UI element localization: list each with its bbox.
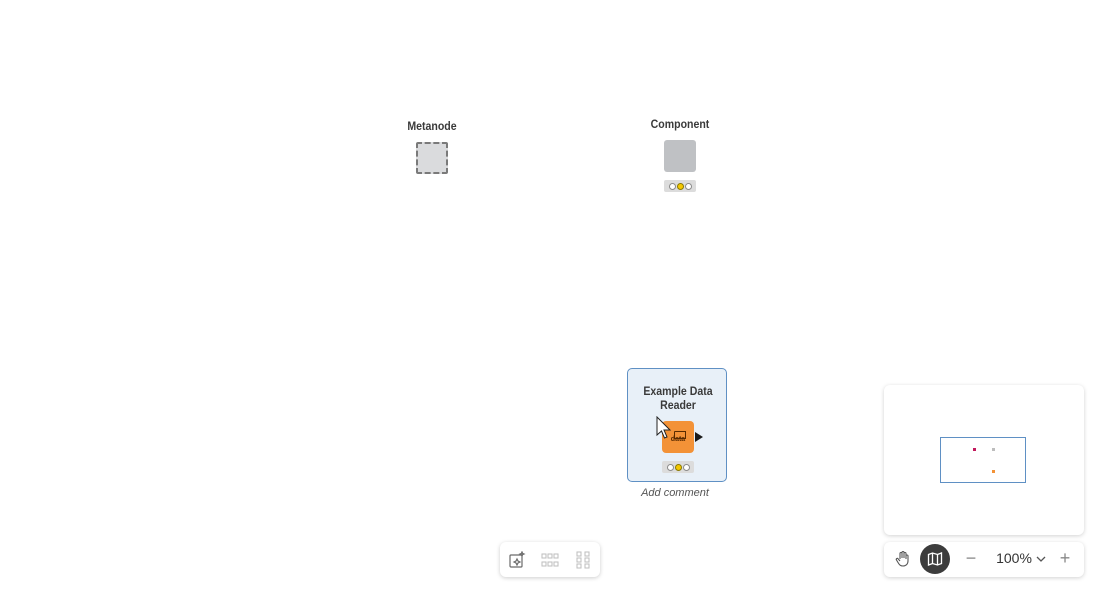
align-horizontal-button[interactable] [539, 549, 561, 571]
align-horizontal-icon [541, 553, 559, 566]
minimap[interactable] [884, 385, 1084, 535]
chevron-down-icon[interactable] [1034, 552, 1048, 566]
minimap-node-dot [973, 448, 976, 451]
zoom-out-button[interactable]: − [962, 548, 980, 570]
status-green-dot [682, 463, 690, 471]
minimap-node-dot [992, 470, 995, 473]
add-comment-link[interactable]: Add comment [620, 487, 730, 499]
output-port[interactable] [695, 432, 703, 442]
minimap-toggle-button[interactable] [920, 544, 950, 574]
minimap-node-dot [992, 448, 995, 451]
metanode-label: Metanode [407, 119, 457, 133]
status-green-dot [684, 182, 692, 190]
component-node[interactable] [664, 140, 696, 172]
zoom-in-button[interactable]: + [1056, 548, 1074, 570]
status-yellow-dot [674, 463, 682, 471]
status-red-dot [666, 463, 674, 471]
map-icon [927, 552, 943, 566]
status-red-dot [668, 182, 676, 190]
minimap-viewport[interactable] [940, 437, 1026, 483]
zoom-level-value[interactable]: 100% [992, 550, 1036, 566]
component-status-indicator [664, 180, 696, 192]
hand-icon [895, 550, 909, 567]
workflow-canvas[interactable]: Metanode Component Example Data Reader d… [0, 0, 1100, 593]
node-status-indicator [662, 461, 694, 473]
ai-assistant-icon [509, 550, 526, 568]
align-vertical-icon [576, 551, 590, 568]
mouse-cursor-icon [656, 416, 672, 439]
component-label: Component [650, 117, 710, 131]
canvas-action-toolbar [500, 542, 600, 577]
status-yellow-dot [676, 182, 684, 190]
align-vertical-button[interactable] [572, 549, 594, 571]
pan-mode-button[interactable] [892, 548, 914, 570]
ai-assistant-button[interactable] [506, 549, 528, 571]
selected-node-example-data-reader[interactable]: Example Data Reader data [627, 368, 727, 482]
zoom-controls: − 100% + [884, 542, 1084, 577]
node-title: Example Data Reader [643, 384, 713, 412]
metanode-node[interactable] [416, 142, 448, 174]
